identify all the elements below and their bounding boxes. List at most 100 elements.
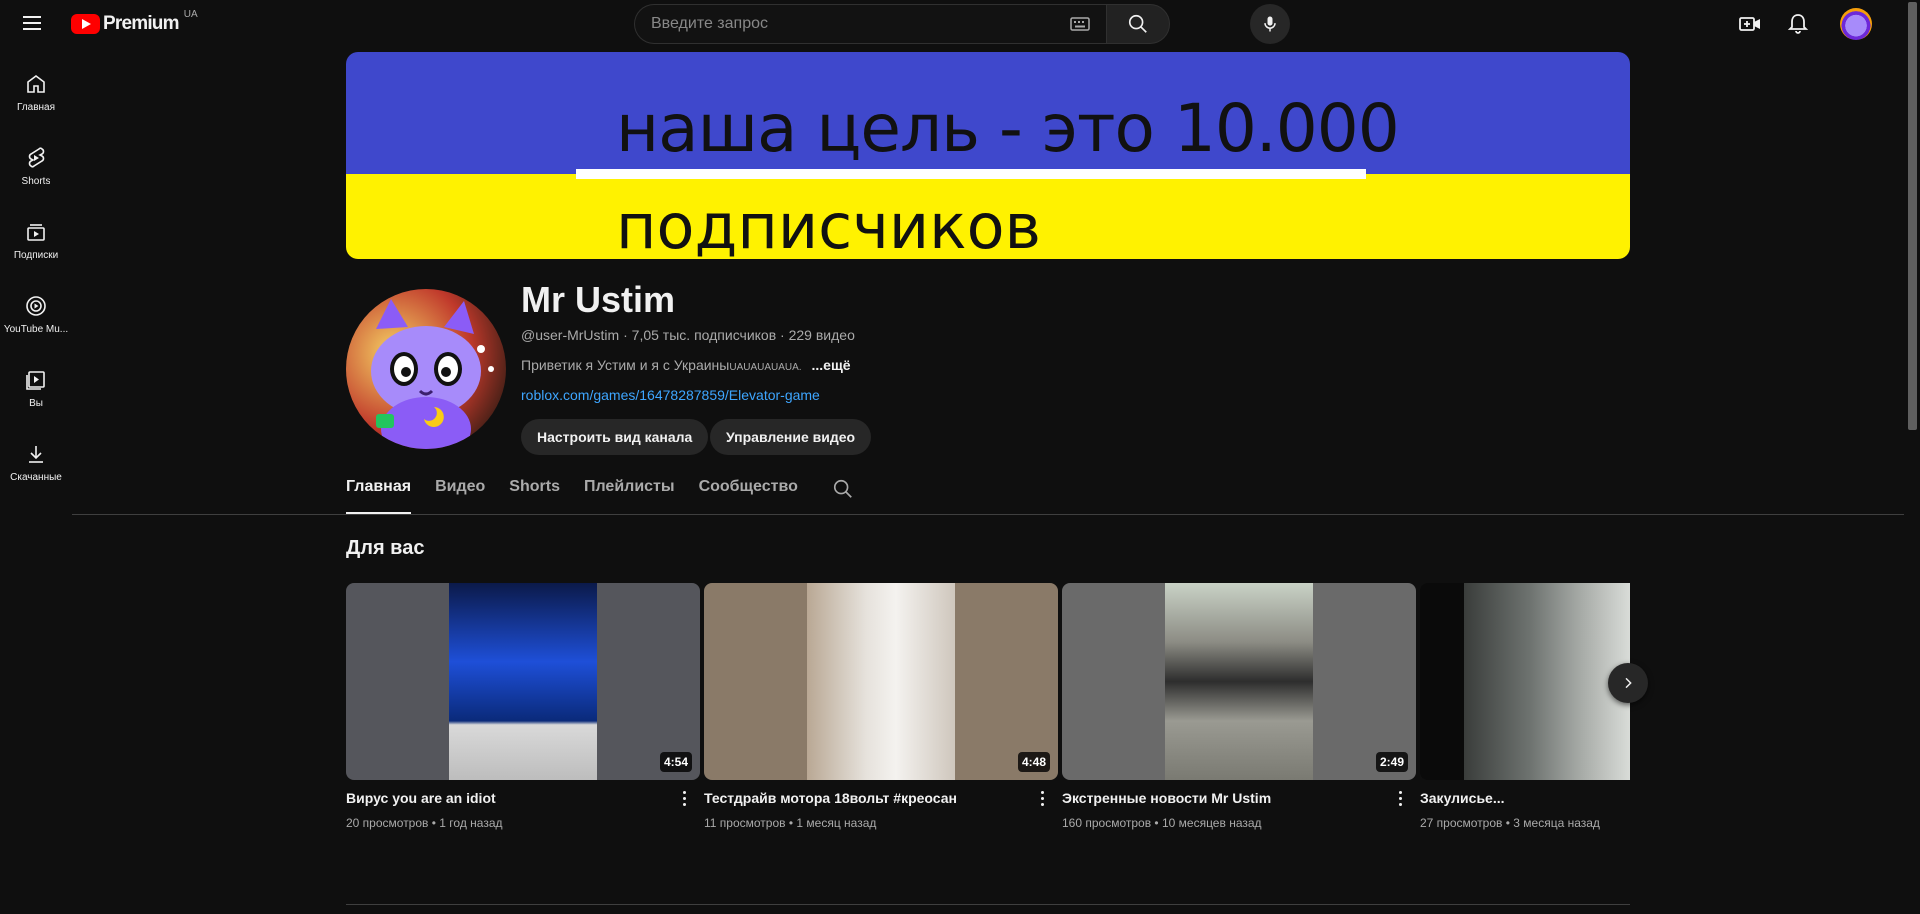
mic-icon <box>1264 16 1276 32</box>
video-title[interactable]: Тестдрайв мотора 18вольт #креосан <box>704 790 1058 810</box>
search-icon <box>833 479 852 498</box>
channel-avatar[interactable] <box>346 289 506 449</box>
video-meta: 160 просмотров • 10 месяцев назад <box>1062 816 1416 830</box>
video-meta: 20 просмотров • 1 год назад <box>346 816 700 830</box>
meta-separator: · <box>780 327 789 343</box>
description-text: Приветик я Устим и я с Украины <box>521 357 730 373</box>
top-bar: Premium UA <box>0 0 1920 48</box>
sidebar-item-you[interactable]: Вы <box>0 352 72 426</box>
page-scrollbar[interactable] <box>1904 0 1920 914</box>
sidebar-item-subscriptions[interactable]: Подписки <box>0 204 72 278</box>
video-views: 160 просмотров <box>1062 816 1152 830</box>
video-age: 3 месяца назад <box>1513 816 1600 830</box>
keyboard-icon[interactable] <box>1070 17 1090 31</box>
meta-separator: • <box>428 816 440 830</box>
carousel-next-button[interactable] <box>1608 663 1648 703</box>
video-age: 10 месяцев назад <box>1161 816 1262 830</box>
more-actions-icon[interactable] <box>1032 788 1052 812</box>
channel-handle: @user-MrUstim <box>521 327 620 343</box>
download-icon <box>29 446 43 463</box>
sidebar-item-label: Подписки <box>13 250 59 261</box>
meta-separator: • <box>1151 816 1162 830</box>
menu-icon[interactable] <box>20 12 44 36</box>
sidebar-item-downloads[interactable]: Скачанные <box>0 426 72 500</box>
search-bar <box>634 4 1170 44</box>
banner-text-line1: наша цель - это 10.000 <box>616 90 1400 167</box>
sidebar-item-home[interactable]: Главная <box>0 56 72 130</box>
search-button[interactable] <box>1106 4 1170 44</box>
notifications-button[interactable] <box>1782 8 1814 40</box>
tab-shorts[interactable]: Shorts <box>509 478 560 514</box>
create-button[interactable] <box>1734 8 1766 40</box>
customize-channel-button[interactable]: Настроить вид канала <box>521 419 709 455</box>
video-thumbnail[interactable] <box>1420 583 1630 780</box>
section-bottom-divider <box>346 904 1630 905</box>
tab-videos[interactable]: Видео <box>435 478 485 514</box>
description-small-text: UAUAUAUAUA. <box>729 362 802 373</box>
sidebar-item-label: Вы <box>29 398 43 409</box>
video-card: Закулисье... 27 просмотров • 3 месяца на… <box>1420 583 1630 830</box>
video-title[interactable]: Экстренные новости Mr Ustim <box>1062 790 1416 810</box>
channel-description[interactable]: Приветик я Устим и я с УкраиныUAUAUAUAUA… <box>521 357 851 373</box>
subscriptions-icon <box>27 224 45 241</box>
sidebar-item-label: Главная <box>16 102 56 113</box>
video-meta: 27 просмотров • 3 месяца назад <box>1420 816 1630 830</box>
thumbnail-image <box>807 583 955 780</box>
country-code: UA <box>183 8 198 20</box>
video-age: 1 год назад <box>439 816 503 830</box>
thumbnail-image <box>1165 583 1313 780</box>
video-card: 2:49 Экстренные новости Mr Ustim 160 про… <box>1062 583 1416 830</box>
subscriber-count: 7,05 тыс. подписчиков <box>631 327 777 343</box>
chevron-right-icon <box>1625 677 1632 689</box>
video-views: 20 просмотров <box>346 816 429 830</box>
video-meta: 11 просмотров • 1 месяц назад <box>704 816 1058 830</box>
channel-external-link[interactable]: roblox.com/games/16478287859/Elevator-ga… <box>521 387 820 403</box>
account-avatar[interactable] <box>1840 8 1872 40</box>
create-icon <box>1739 17 1760 31</box>
tab-home[interactable]: Главная <box>346 478 412 514</box>
channel-meta: @user-MrUstim · 7,05 тыс. подписчиков · … <box>521 327 855 343</box>
voice-search-button[interactable] <box>1250 4 1290 44</box>
music-icon <box>26 296 46 316</box>
video-thumbnail[interactable]: 4:54 <box>346 583 700 780</box>
sidebar: Главная Shorts Подписки YouTube Mu... Вы… <box>0 56 72 500</box>
meta-separator: • <box>785 816 797 830</box>
youtube-play-icon <box>71 14 100 34</box>
channel-tabs: Главная Видео Shorts Плейлисты Сообществ… <box>346 478 854 514</box>
search-icon <box>1128 14 1147 33</box>
video-duration: 2:49 <box>1375 752 1408 772</box>
scrollbar-thumb[interactable] <box>1908 2 1917 430</box>
video-title[interactable]: Закулисье... <box>1420 790 1630 810</box>
video-duration: 4:54 <box>659 752 692 772</box>
sidebar-item-shorts[interactable]: Shorts <box>0 130 72 204</box>
sidebar-item-youtube-music[interactable]: YouTube Mu... <box>0 278 72 352</box>
search-input[interactable] <box>651 15 1070 33</box>
library-icon <box>26 371 45 390</box>
tab-playlists[interactable]: Плейлисты <box>584 478 675 514</box>
more-actions-icon[interactable] <box>1390 788 1410 812</box>
manage-videos-button[interactable]: Управление видео <box>710 419 872 455</box>
sidebar-item-label: Shorts <box>21 176 51 187</box>
thumbnail-image <box>1464 583 1630 780</box>
video-title[interactable]: Вирус you are an idiot <box>346 790 700 810</box>
meta-separator: · <box>623 327 632 343</box>
search-box <box>634 4 1106 44</box>
channel-name: Mr Ustim <box>521 279 676 320</box>
tab-community[interactable]: Сообщество <box>699 478 798 514</box>
video-card: 4:48 Тестдрайв мотора 18вольт #креосан 1… <box>704 583 1058 830</box>
banner-text-line2: подписчиков <box>616 190 1042 259</box>
video-thumbnail[interactable]: 4:48 <box>704 583 1058 780</box>
banner-white-strip <box>576 169 1366 179</box>
channel-search-button[interactable] <box>832 478 854 505</box>
meta-separator: • <box>1502 816 1514 830</box>
video-views: 27 просмотров <box>1420 816 1503 830</box>
home-icon <box>27 75 45 93</box>
more-actions-icon[interactable] <box>674 788 694 812</box>
cat-avatar-image <box>346 289 506 449</box>
section-title: Для вас <box>346 537 425 559</box>
youtube-premium-logo[interactable]: Premium UA <box>71 9 198 35</box>
video-age: 1 месяц назад <box>796 816 877 830</box>
video-thumbnail[interactable]: 2:49 <box>1062 583 1416 780</box>
more-link[interactable]: ...ещё <box>811 357 850 373</box>
thumbnail-image <box>449 583 597 780</box>
